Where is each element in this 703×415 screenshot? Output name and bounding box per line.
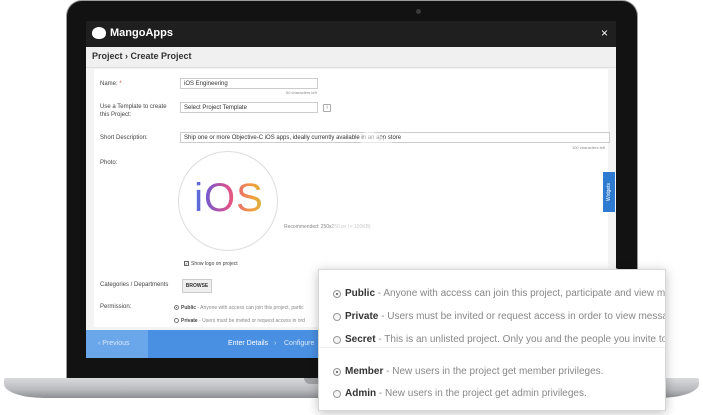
zoom-member-radio[interactable] xyxy=(333,368,341,376)
zoom-member-text: - New users in the project get member pr… xyxy=(383,366,604,377)
zoom-private-text: - Users must be invited or request acces… xyxy=(378,311,666,322)
zoom-secret-radio[interactable] xyxy=(333,336,341,344)
zoom-admin-text: - New users in the project get admin pri… xyxy=(376,388,587,399)
zoom-public-text: - Anyone with access can join this proje… xyxy=(375,288,666,299)
zoom-admin-name: Admin xyxy=(345,388,377,399)
zoom-secret-option: Secret - This is an unlisted project. On… xyxy=(345,334,666,345)
zoom-admin-radio[interactable] xyxy=(333,390,341,398)
zoom-private-option: Private - Users must be invited or reque… xyxy=(345,311,666,322)
permission-zoom-panel: Public - Anyone with access can join thi… xyxy=(318,269,666,411)
zoom-private-name: Private xyxy=(345,311,379,322)
zoom-secret-text: - This is an unlisted project. Only you … xyxy=(375,334,666,345)
zoom-member-name: Member xyxy=(345,366,384,377)
zoom-divider xyxy=(319,347,665,348)
zoom-member-option: Member - New users in the project get me… xyxy=(345,366,603,377)
zoom-public-radio[interactable] xyxy=(333,290,341,298)
zoom-admin-option: Admin - New users in the project get adm… xyxy=(345,388,587,399)
zoom-private-radio[interactable] xyxy=(333,313,341,321)
zoom-public-option: Public - Anyone with access can join thi… xyxy=(345,288,666,299)
zoom-public-name: Public xyxy=(345,288,376,299)
zoom-secret-name: Secret xyxy=(345,334,376,345)
